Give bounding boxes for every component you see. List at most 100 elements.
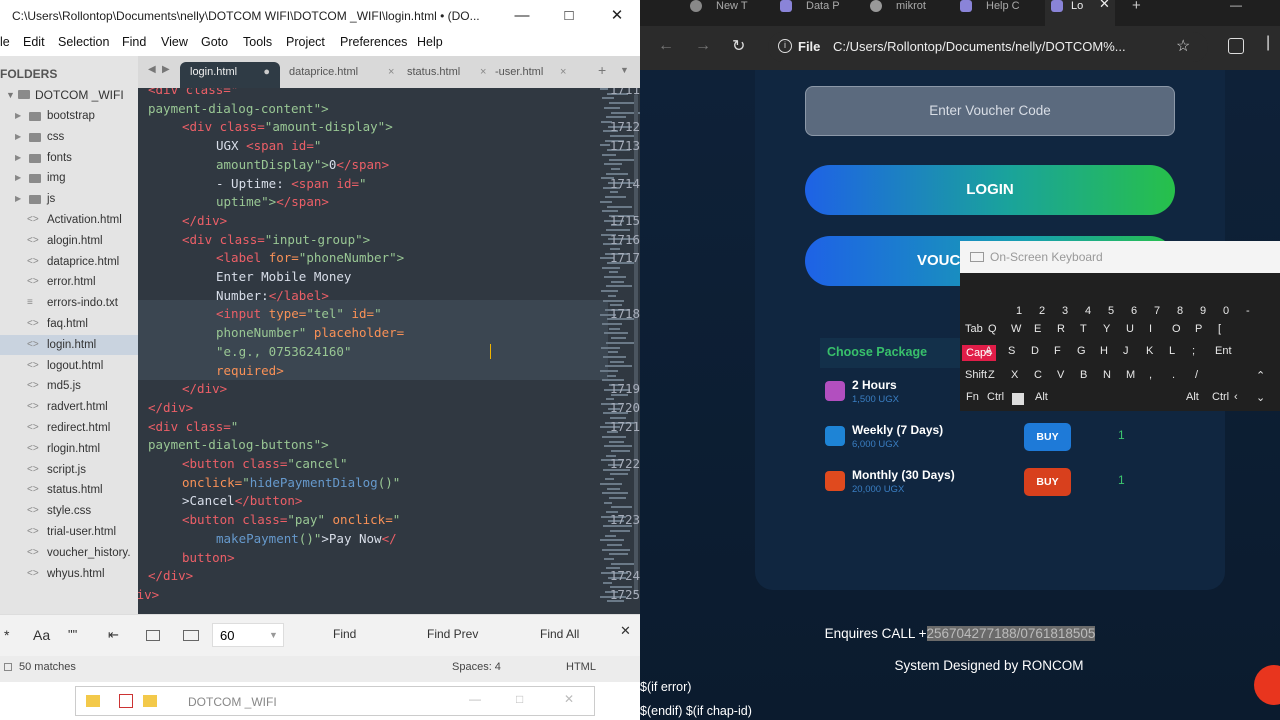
- sidebar-file[interactable]: <> style.css: [0, 501, 138, 521]
- extensions-icon[interactable]: [1228, 38, 1244, 54]
- key-o[interactable]: O: [1172, 323, 1181, 335]
- close-tab-icon[interactable]: ×: [560, 62, 566, 82]
- key-b[interactable]: B: [1080, 369, 1087, 381]
- sidebar-folder-bootstrap[interactable]: ▶ bootstrap: [0, 106, 138, 126]
- tab-dataprice-html[interactable]: dataprice.html ×: [288, 62, 394, 88]
- key-h[interactable]: H: [1100, 345, 1108, 357]
- buy-button[interactable]: BUY: [1024, 468, 1071, 496]
- key-g[interactable]: G: [1077, 345, 1086, 357]
- sidebar-file[interactable]: <> logout.html: [0, 356, 138, 376]
- close-tab-icon[interactable]: ×: [388, 62, 394, 82]
- tab-status-html[interactable]: status.html ×: [407, 62, 487, 88]
- address-bar[interactable]: i File C:/Users/Rollontop/Documents/nell…: [768, 32, 1208, 62]
- key-e[interactable]: E: [1034, 323, 1041, 335]
- minimize-icon[interactable]: —: [1230, 0, 1242, 12]
- key-d[interactable]: D: [1031, 345, 1039, 357]
- info-icon[interactable]: i: [778, 39, 792, 53]
- menu-preferences[interactable]: Preferences: [340, 35, 407, 49]
- chevron-down-icon[interactable]: ▼: [269, 630, 278, 640]
- sidebar-file[interactable]: <> radvert.html: [0, 397, 138, 417]
- key-w[interactable]: W: [1011, 323, 1021, 335]
- key-4[interactable]: 4: [1085, 305, 1091, 317]
- key-p[interactable]: P: [1195, 323, 1202, 335]
- up-arrow-key-icon[interactable]: ⌃: [1256, 369, 1265, 382]
- maximize-icon[interactable]: □: [516, 692, 523, 706]
- key-5[interactable]: 5: [1108, 305, 1114, 317]
- key-k[interactable]: K: [1146, 345, 1153, 357]
- close-tab-icon[interactable]: ✕: [1099, 0, 1110, 10]
- key-shift[interactable]: Shift: [965, 369, 987, 381]
- key-n[interactable]: N: [1103, 369, 1111, 381]
- key-9[interactable]: 9: [1200, 305, 1206, 317]
- sidebar-file[interactable]: <> md5.js: [0, 376, 138, 396]
- code-editor[interactable]: 1711 <div class=" payment-dialog-content">…: [138, 88, 640, 614]
- key-tab[interactable]: Tab: [965, 323, 983, 335]
- sidebar-file[interactable]: <> redirect.html: [0, 418, 138, 438]
- chevron-down-icon[interactable]: ▼: [6, 85, 15, 105]
- regex-toggle-icon[interactable]: *: [4, 627, 9, 643]
- enquires-phone[interactable]: 256704277188/0761818505: [926, 626, 1096, 641]
- root-folder[interactable]: ▼ DOTCOM _WIFI: [0, 85, 138, 105]
- sidebar-file[interactable]: <> script.js: [0, 460, 138, 480]
- menu-edit[interactable]: Edit: [23, 35, 45, 49]
- chevron-right-icon[interactable]: ▶: [15, 168, 21, 188]
- key-ctrl[interactable]: Ctrl: [1212, 391, 1229, 403]
- explorer-window-bar[interactable]: DOTCOM _WIFI — □ ✕: [75, 686, 595, 716]
- chevron-right-icon[interactable]: ▶: [15, 148, 21, 168]
- panel-toggle-icon[interactable]: [4, 663, 12, 671]
- sidebar-file[interactable]: <> voucher_history.: [0, 543, 138, 563]
- browser-tab-data[interactable]: Data P: [780, 0, 865, 26]
- login-button[interactable]: LOGIN: [805, 165, 1175, 215]
- voucher-input[interactable]: Enter Voucher Code: [805, 86, 1175, 136]
- browser-tab-new[interactable]: New T: [690, 0, 775, 26]
- sidebar-file[interactable]: <> error.html: [0, 272, 138, 292]
- key-c[interactable]: C: [1034, 369, 1042, 381]
- sidebar-folder-css[interactable]: ▶ css: [0, 127, 138, 147]
- in-selection-toggle-icon[interactable]: [146, 630, 160, 641]
- case-toggle-icon[interactable]: Aa: [33, 627, 50, 643]
- maximize-icon[interactable]: □: [557, 4, 581, 28]
- tab-list-icon[interactable]: ▼: [620, 65, 629, 75]
- sidebar-file[interactable]: <> rlogin.html: [0, 439, 138, 459]
- key-f[interactable]: F: [1054, 345, 1061, 357]
- buy-button[interactable]: BUY: [1024, 423, 1071, 451]
- key-i[interactable]: I: [1149, 323, 1152, 335]
- sidebar-file[interactable]: <> whyus.html: [0, 564, 138, 584]
- key--[interactable]: -: [1246, 305, 1250, 317]
- key-,[interactable]: ,: [1149, 369, 1152, 381]
- down-arrow-key-icon[interactable]: ⌄: [1256, 391, 1265, 404]
- find-prev-button[interactable]: Find Prev: [427, 627, 478, 641]
- key-z[interactable]: Z: [988, 369, 995, 381]
- menu-find[interactable]: Find: [122, 35, 146, 49]
- sidebar-file[interactable]: <> trial-user.html: [0, 522, 138, 542]
- chevron-right-icon[interactable]: ▶: [15, 106, 21, 126]
- key-[[interactable]: [: [1218, 323, 1221, 335]
- left-arrow-key-icon[interactable]: ‹: [1234, 391, 1238, 403]
- key-l[interactable]: L: [1169, 345, 1175, 357]
- menu-goto[interactable]: Goto: [201, 35, 228, 49]
- sidebar-file[interactable]: <> dataprice.html: [0, 252, 138, 272]
- key-m[interactable]: M: [1126, 369, 1135, 381]
- tab-login-html[interactable]: login.html ●: [180, 62, 280, 88]
- key-3[interactable]: 3: [1062, 305, 1068, 317]
- find-button[interactable]: Find: [333, 627, 356, 641]
- indentation-status[interactable]: Spaces: 4: [452, 661, 501, 673]
- key-7[interactable]: 7: [1154, 305, 1160, 317]
- menu-project[interactable]: Project: [286, 35, 325, 49]
- sidebar-folder-js[interactable]: ▶ js: [0, 189, 138, 209]
- key-y[interactable]: Y: [1103, 323, 1110, 335]
- key-8[interactable]: 8: [1177, 305, 1183, 317]
- key-;[interactable]: ;: [1192, 345, 1195, 357]
- highlight-toggle-icon[interactable]: [183, 630, 199, 641]
- key-2[interactable]: 2: [1039, 305, 1045, 317]
- minimize-icon[interactable]: —: [469, 692, 481, 706]
- menu-tools[interactable]: Tools: [243, 35, 272, 49]
- profile-icon[interactable]: |: [1266, 34, 1270, 52]
- wrap-toggle-icon[interactable]: ⇤: [108, 627, 119, 643]
- key-0[interactable]: 0: [1223, 305, 1229, 317]
- sidebar-file[interactable]: <> faq.html: [0, 314, 138, 334]
- key-t[interactable]: T: [1080, 323, 1087, 335]
- chevron-right-icon[interactable]: ▶: [15, 127, 21, 147]
- key-u[interactable]: U: [1126, 323, 1134, 335]
- key-alt[interactable]: Alt: [1186, 391, 1199, 403]
